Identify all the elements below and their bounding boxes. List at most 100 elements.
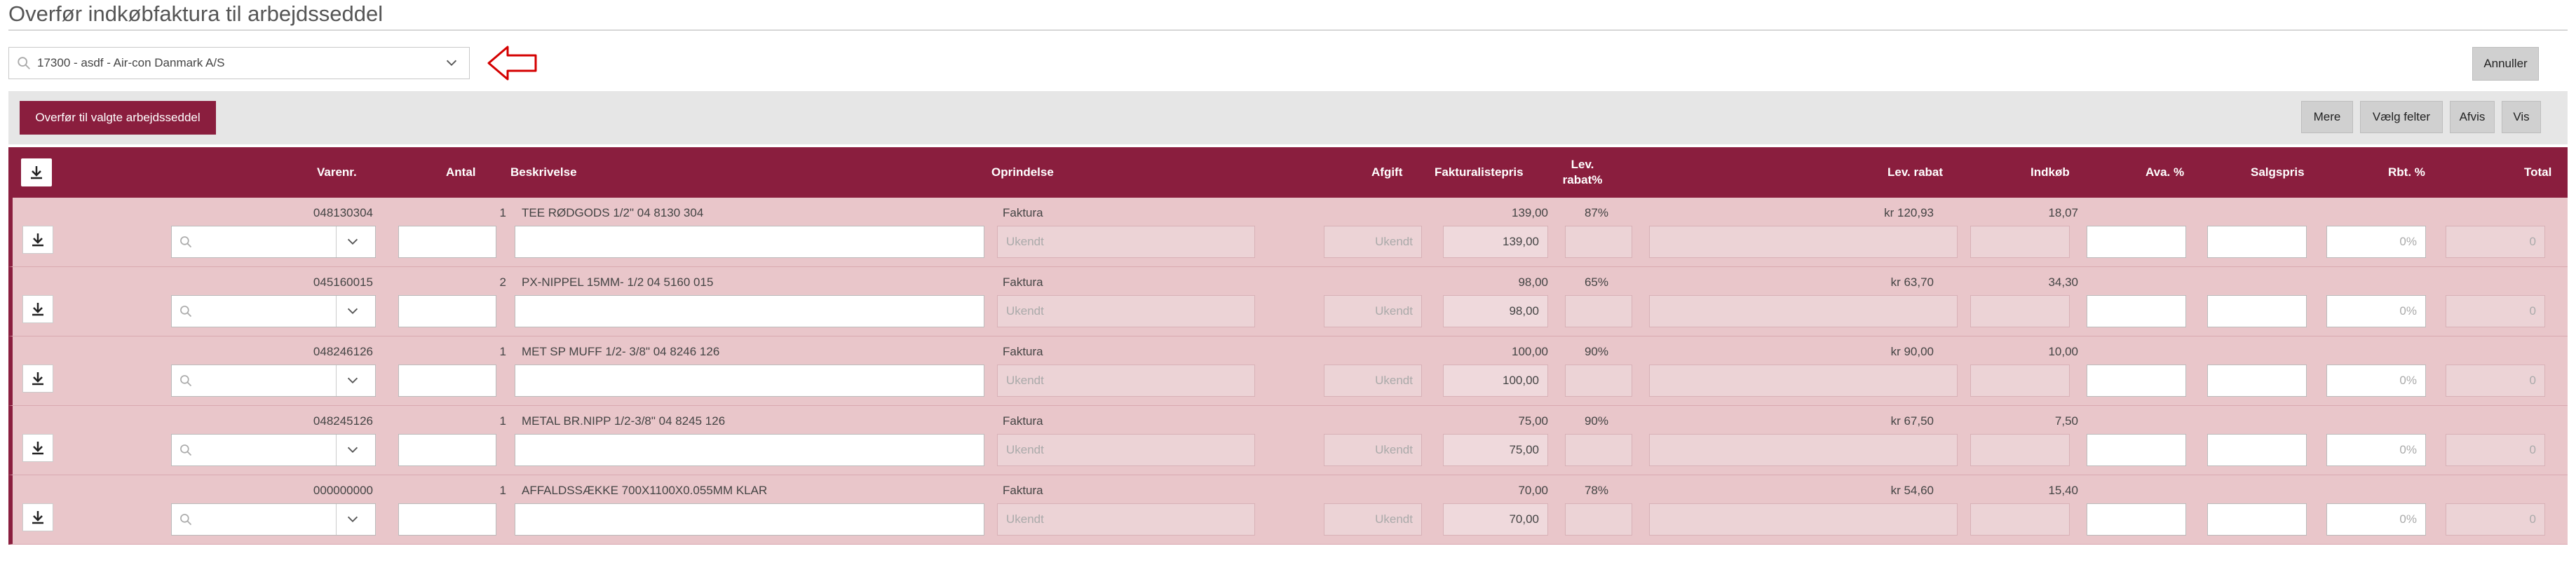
total-input[interactable]: 0: [2446, 434, 2545, 466]
listepris-input[interactable]: 70,00: [1443, 503, 1548, 536]
indkob-input[interactable]: [1970, 226, 2070, 258]
beskrivelse-input[interactable]: [515, 226, 984, 258]
rbt-pct-input[interactable]: 0%: [2326, 226, 2426, 258]
salgspris-input[interactable]: [2207, 365, 2307, 397]
search-icon: [180, 444, 192, 456]
listepris-input[interactable]: 100,00: [1443, 365, 1548, 397]
rbt-pct-input[interactable]: 0%: [2326, 365, 2426, 397]
beskrivelse-input[interactable]: [515, 434, 984, 466]
afgift-input[interactable]: Ukendt: [1324, 226, 1422, 258]
chevron-down-icon[interactable]: [444, 55, 459, 71]
page-title: Overfør indkøbfaktura til arbejdsseddel: [8, 1, 384, 26]
lev-rabat-input[interactable]: [1649, 295, 1958, 327]
antal-input[interactable]: [398, 226, 496, 258]
oprindelse-input[interactable]: Ukendt: [997, 295, 1255, 327]
antal-input[interactable]: [398, 295, 496, 327]
download-row-button[interactable]: [22, 295, 53, 323]
listepris-input[interactable]: 98,00: [1443, 295, 1548, 327]
oprindelse-input[interactable]: Ukendt: [997, 434, 1255, 466]
rbt-pct-input[interactable]: 0%: [2326, 503, 2426, 536]
more-button[interactable]: Mere: [2301, 101, 2353, 133]
download-row-button[interactable]: [22, 503, 53, 531]
ava-pct-input[interactable]: [2087, 295, 2186, 327]
chevron-down-icon[interactable]: [344, 304, 361, 319]
lev-rabat-input[interactable]: [1649, 365, 1958, 397]
lev-rabat-input[interactable]: [1649, 226, 1958, 258]
ava-pct-input[interactable]: [2087, 503, 2186, 536]
oprindelse-input[interactable]: Ukendt: [997, 503, 1255, 536]
listepris-input[interactable]: 139,00: [1443, 226, 1548, 258]
lev-rabat-pct-input[interactable]: [1565, 226, 1632, 258]
afgift-input[interactable]: Ukendt: [1324, 365, 1422, 397]
row-antal: 1: [499, 206, 506, 219]
salgspris-input[interactable]: [2207, 503, 2307, 536]
rbt-pct-input[interactable]: 0%: [2326, 434, 2426, 466]
lev-rabat-pct-input[interactable]: [1565, 365, 1632, 397]
download-row-button[interactable]: [22, 226, 53, 254]
total-input[interactable]: 0: [2446, 503, 2545, 536]
row-antal: 2: [499, 275, 506, 289]
row-indkob: 18,07: [2048, 206, 2078, 219]
col-antal: Antal: [446, 165, 476, 179]
row-lev-rabat: kr 54,60: [1890, 484, 1934, 497]
indkob-input[interactable]: [1970, 365, 2070, 397]
reject-button[interactable]: Afvis: [2450, 101, 2495, 133]
choose-fields-button[interactable]: Vælg felter: [2360, 101, 2443, 133]
indkob-input[interactable]: [1970, 295, 2070, 327]
download-row-button[interactable]: [22, 365, 53, 393]
beskrivelse-input[interactable]: [515, 365, 984, 397]
lev-rabat-input[interactable]: [1649, 434, 1958, 466]
beskrivelse-input[interactable]: [515, 295, 984, 327]
ava-pct-input[interactable]: [2087, 226, 2186, 258]
cancel-button[interactable]: Annuller: [2472, 47, 2539, 81]
rbt-pct-input[interactable]: 0%: [2326, 295, 2426, 327]
indkob-input[interactable]: [1970, 434, 2070, 466]
download-icon: [32, 233, 43, 247]
indkob-input[interactable]: [1970, 503, 2070, 536]
lev-rabat-pct-input[interactable]: [1565, 503, 1632, 536]
show-button[interactable]: Vis: [2502, 101, 2541, 133]
ava-pct-input[interactable]: [2087, 365, 2186, 397]
beskrivelse-input[interactable]: [515, 503, 984, 536]
oprindelse-input[interactable]: Ukendt: [997, 226, 1255, 258]
total-input[interactable]: 0: [2446, 295, 2545, 327]
row-fakturalistepris: 100,00: [1512, 345, 1548, 358]
toolbar: Overfør til valgte arbejdsseddel Mere Væ…: [8, 91, 2568, 144]
download-row-button[interactable]: [22, 434, 53, 462]
salgspris-input[interactable]: [2207, 226, 2307, 258]
supplier-select[interactable]: 17300 - asdf - Air-con Danmark A/S: [8, 47, 470, 79]
oprindelse-input[interactable]: Ukendt: [997, 365, 1255, 397]
salgspris-input[interactable]: [2207, 295, 2307, 327]
listepris-input[interactable]: 75,00: [1443, 434, 1548, 466]
afgift-input[interactable]: Ukendt: [1324, 503, 1422, 536]
varenr-select[interactable]: [171, 365, 376, 397]
chevron-down-icon[interactable]: [344, 442, 361, 458]
chevron-down-icon[interactable]: [344, 373, 361, 388]
salgspris-input[interactable]: [2207, 434, 2307, 466]
antal-input[interactable]: [398, 503, 496, 536]
lev-rabat-pct-input[interactable]: [1565, 434, 1632, 466]
row-antal: 1: [499, 414, 506, 428]
download-all-button[interactable]: [21, 158, 52, 186]
row-varenr: 048245126: [313, 414, 373, 428]
lev-rabat-input[interactable]: [1649, 503, 1958, 536]
total-input[interactable]: 0: [2446, 226, 2545, 258]
varenr-select[interactable]: [171, 226, 376, 258]
afgift-input[interactable]: Ukendt: [1324, 295, 1422, 327]
varenr-select[interactable]: [171, 295, 376, 327]
download-icon: [32, 442, 43, 455]
chevron-down-icon[interactable]: [344, 234, 361, 250]
ava-pct-input[interactable]: [2087, 434, 2186, 466]
supplier-select-value: 17300 - asdf - Air-con Danmark A/S: [37, 56, 225, 69]
lev-rabat-pct-input[interactable]: [1565, 295, 1632, 327]
chevron-down-icon[interactable]: [344, 512, 361, 527]
antal-input[interactable]: [398, 434, 496, 466]
row-lev-rabat: kr 90,00: [1890, 345, 1934, 358]
antal-input[interactable]: [398, 365, 496, 397]
varenr-select[interactable]: [171, 434, 376, 466]
afgift-input[interactable]: Ukendt: [1324, 434, 1422, 466]
total-input[interactable]: 0: [2446, 365, 2545, 397]
transfer-button[interactable]: Overfør til valgte arbejdsseddel: [20, 101, 216, 135]
varenr-select[interactable]: [171, 503, 376, 536]
row-indkob: 34,30: [2048, 275, 2078, 289]
